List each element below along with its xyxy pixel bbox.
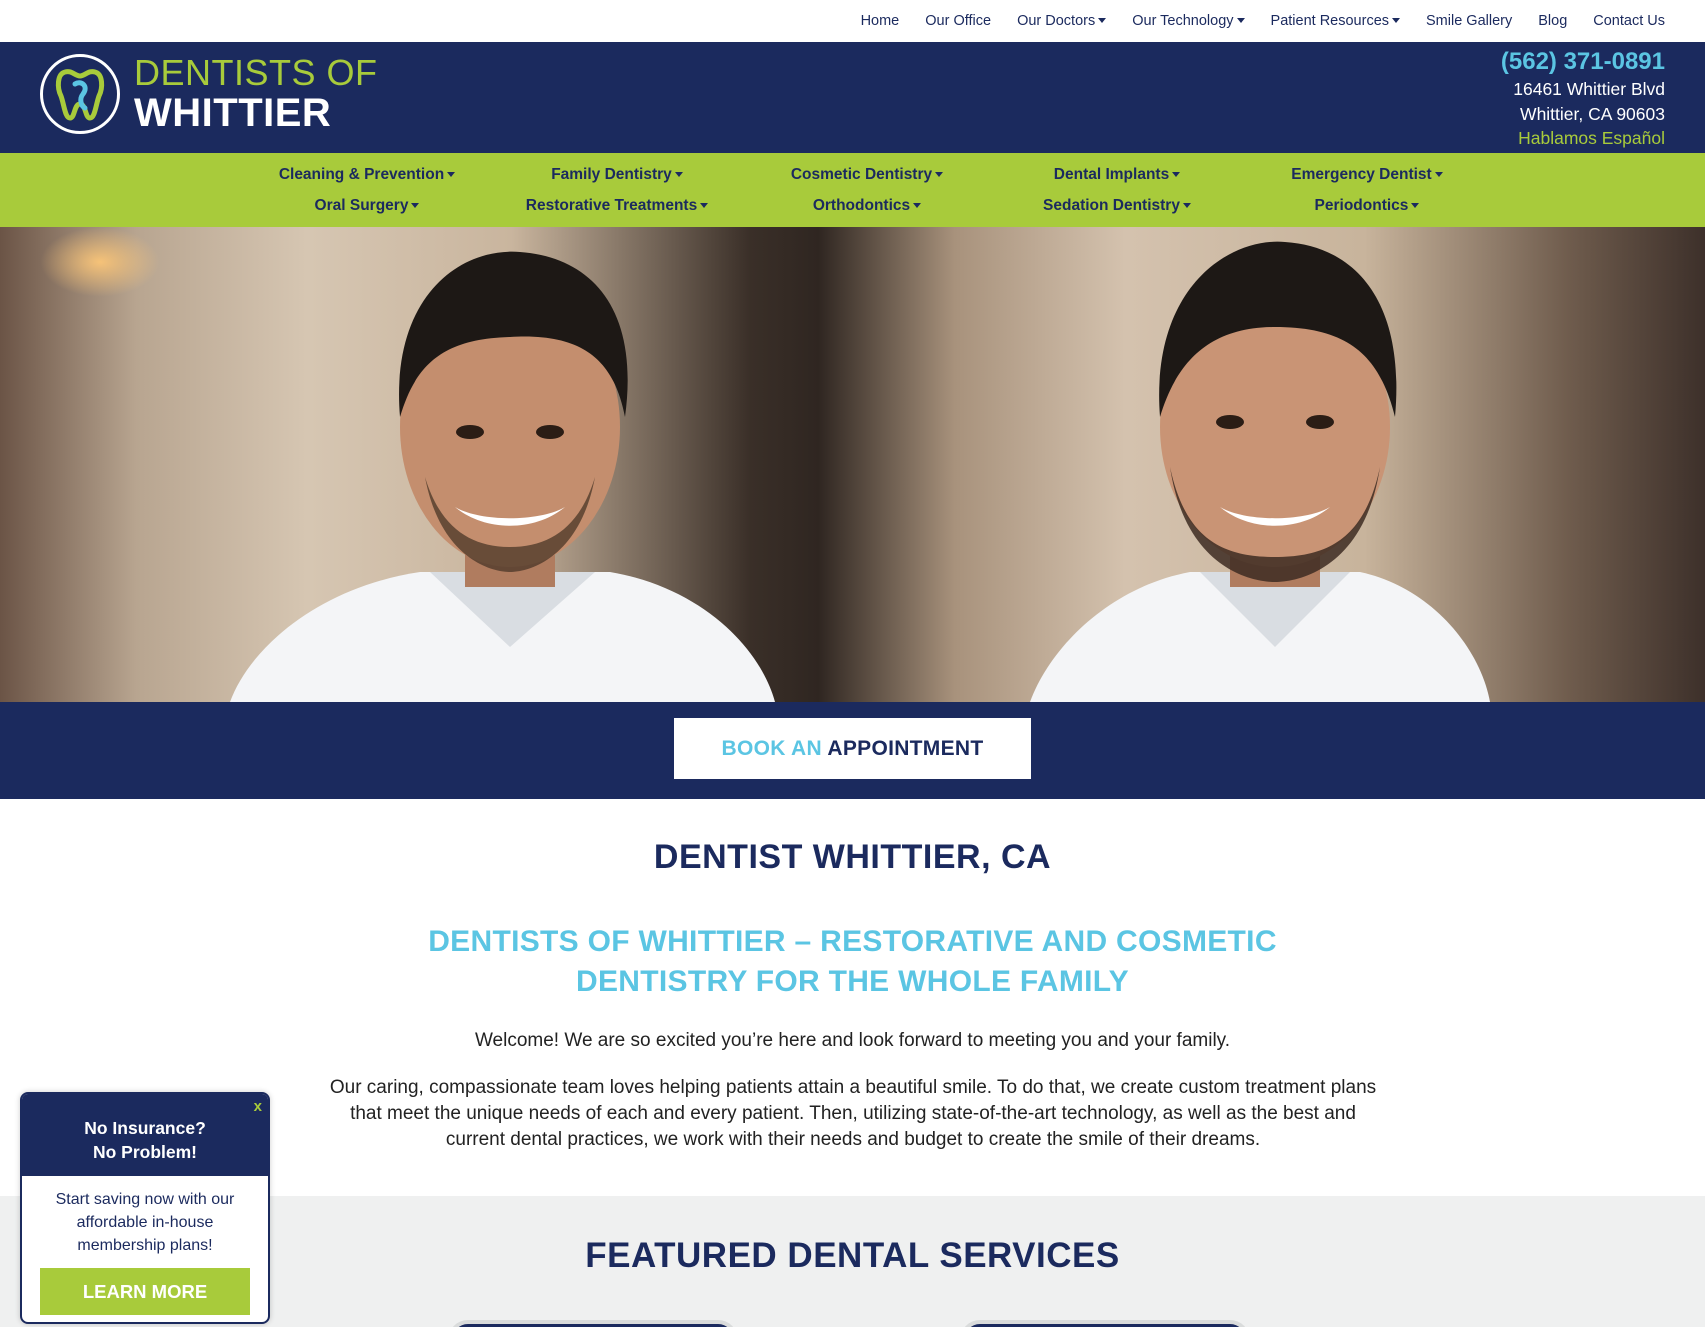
top-nav-label: Patient Resources (1270, 13, 1390, 29)
top-nav-label: Home (860, 13, 900, 29)
book-an-label: BOOK AN (721, 736, 822, 760)
dentist-photo-right (1030, 241, 1490, 702)
tooth-logo-icon (40, 54, 120, 134)
top-nav-label: Contact Us (1593, 13, 1665, 29)
service-menu-item[interactable]: Cosmetic Dentistry (742, 159, 992, 190)
service-menu-item[interactable]: Family Dentistry (492, 159, 742, 190)
service-menu-item[interactable]: Sedation Dentistry (992, 190, 1242, 221)
service-menu-item[interactable]: Emergency Dentist (1242, 159, 1492, 190)
service-menu-item[interactable]: Orthodontics (742, 190, 992, 221)
caret-down-icon (1098, 18, 1107, 23)
caret-down-icon (1392, 18, 1401, 23)
logo-title-bottom: WHITTIER (134, 91, 332, 135)
caret-down-icon (913, 203, 922, 208)
top-nav-item-patient-resources[interactable]: Patient Resources (1270, 13, 1401, 29)
top-nav-label: Blog (1538, 13, 1568, 29)
service-menu-item[interactable]: Cleaning & Prevention (242, 159, 492, 190)
logo-title-top: DENTISTS OF (134, 52, 378, 93)
caret-down-icon (1411, 203, 1420, 208)
dentist-photo-left (230, 251, 775, 702)
address-line2: Whittier, CA 90603 (1520, 104, 1665, 124)
service-menu-label: Family Dentistry (551, 166, 672, 183)
hero-photo (0, 227, 1705, 702)
featured-service-card[interactable] (960, 1320, 1250, 1327)
top-nav-label: Smile Gallery (1426, 13, 1513, 29)
caret-down-icon (674, 172, 683, 177)
popup-title-line1: No Insurance? (84, 1118, 206, 1138)
appointment-label: APPOINTMENT (827, 736, 984, 760)
top-nav-item-blog[interactable]: Blog (1538, 13, 1567, 29)
services-grid: Cleaning & Prevention Family Dentistry Cos… (242, 159, 1492, 221)
service-menu-label: Restorative Treatments (525, 197, 698, 214)
top-nav-item-home[interactable]: Home (861, 13, 900, 29)
service-menu-label: Orthodontics (812, 197, 911, 214)
top-nav-item-our-technology[interactable]: Our Technology (1132, 13, 1245, 29)
top-nav: Home Our Office Our Doctors Our Technology P… (0, 0, 1705, 42)
popup-header: x No Insurance? No Problem! (22, 1094, 268, 1176)
page-title: DENTIST WHITTIER, CA (653, 838, 1052, 876)
service-menu-item[interactable]: Oral Surgery (242, 190, 492, 221)
page-subtitle: DENTISTS OF WHITTIER – RESTORATIVE AND C… (428, 925, 1277, 998)
service-menu-item[interactable]: Dental Implants (992, 159, 1242, 190)
top-nav-item-our-doctors[interactable]: Our Doctors (1017, 13, 1107, 29)
top-nav-item-smile-gallery[interactable]: Smile Gallery (1426, 13, 1512, 29)
caret-down-icon (1236, 18, 1245, 23)
hero-lamp-light (40, 227, 160, 297)
contact-block: (562) 371-0891 16461 Whittier Blvd Whitt… (1501, 48, 1665, 149)
popup-body-text: Start saving now with our affordable in-… (55, 1191, 235, 1254)
service-menu-label: Oral Surgery (314, 197, 409, 214)
caret-down-icon (935, 172, 944, 177)
learn-more-button[interactable]: LEARN MORE (40, 1268, 250, 1315)
service-menu-label: Emergency Dentist (1291, 166, 1432, 183)
service-menu-label: Cosmetic Dentistry (790, 166, 933, 183)
caret-down-icon (447, 172, 456, 177)
service-menu-item[interactable]: Periodontics (1242, 190, 1492, 221)
service-menu-label: Periodontics (1314, 197, 1409, 214)
service-menu-label: Sedation Dentistry (1043, 197, 1180, 214)
book-appointment-button[interactable]: BOOK AN APPOINTMENT (674, 718, 1031, 779)
popup-title-line2: No Problem! (92, 1142, 198, 1162)
service-menu-label: Cleaning & Prevention (278, 166, 445, 183)
caret-down-icon (1172, 172, 1181, 177)
caret-down-icon (1434, 172, 1443, 177)
caret-down-icon (700, 203, 709, 208)
close-icon[interactable]: x (254, 1095, 262, 1119)
service-menu-label: Dental Implants (1053, 166, 1170, 183)
appointment-band: BOOK AN APPOINTMENT (0, 702, 1705, 799)
intro-paragraph: Our caring, compassionate team loves hel… (329, 1077, 1377, 1150)
top-nav-item-our-office[interactable]: Our Office (925, 13, 991, 29)
site-logo[interactable]: DENTISTS OF WHITTIER (40, 54, 378, 134)
service-menu-item[interactable]: Restorative Treatments (492, 190, 742, 221)
top-nav-list: Home Our Office Our Doctors Our Technology P… (861, 13, 1665, 29)
phone-link[interactable]: (562) 371-0891 (1501, 48, 1665, 76)
featured-service-card[interactable] (448, 1320, 738, 1327)
caret-down-icon (411, 203, 420, 208)
welcome-paragraph: Welcome! We are so excited you’re here a… (474, 1030, 1231, 1051)
spanish-note: Hablamos Español (1518, 128, 1665, 148)
top-nav-label: Our Technology (1132, 13, 1234, 29)
services-nav: Cleaning & Prevention Family Dentistry Cos… (0, 153, 1705, 227)
address-line1: 16461 Whittier Blvd (1513, 79, 1665, 99)
insurance-popup: x No Insurance? No Problem! Start saving… (20, 1092, 270, 1324)
site-header: DENTISTS OF WHITTIER (562) 371-0891 1646… (0, 42, 1705, 153)
top-nav-label: Our Office (925, 13, 992, 29)
top-nav-item-contact-us[interactable]: Contact Us (1593, 13, 1665, 29)
top-nav-label: Our Doctors (1017, 13, 1096, 29)
caret-down-icon (1182, 203, 1191, 208)
